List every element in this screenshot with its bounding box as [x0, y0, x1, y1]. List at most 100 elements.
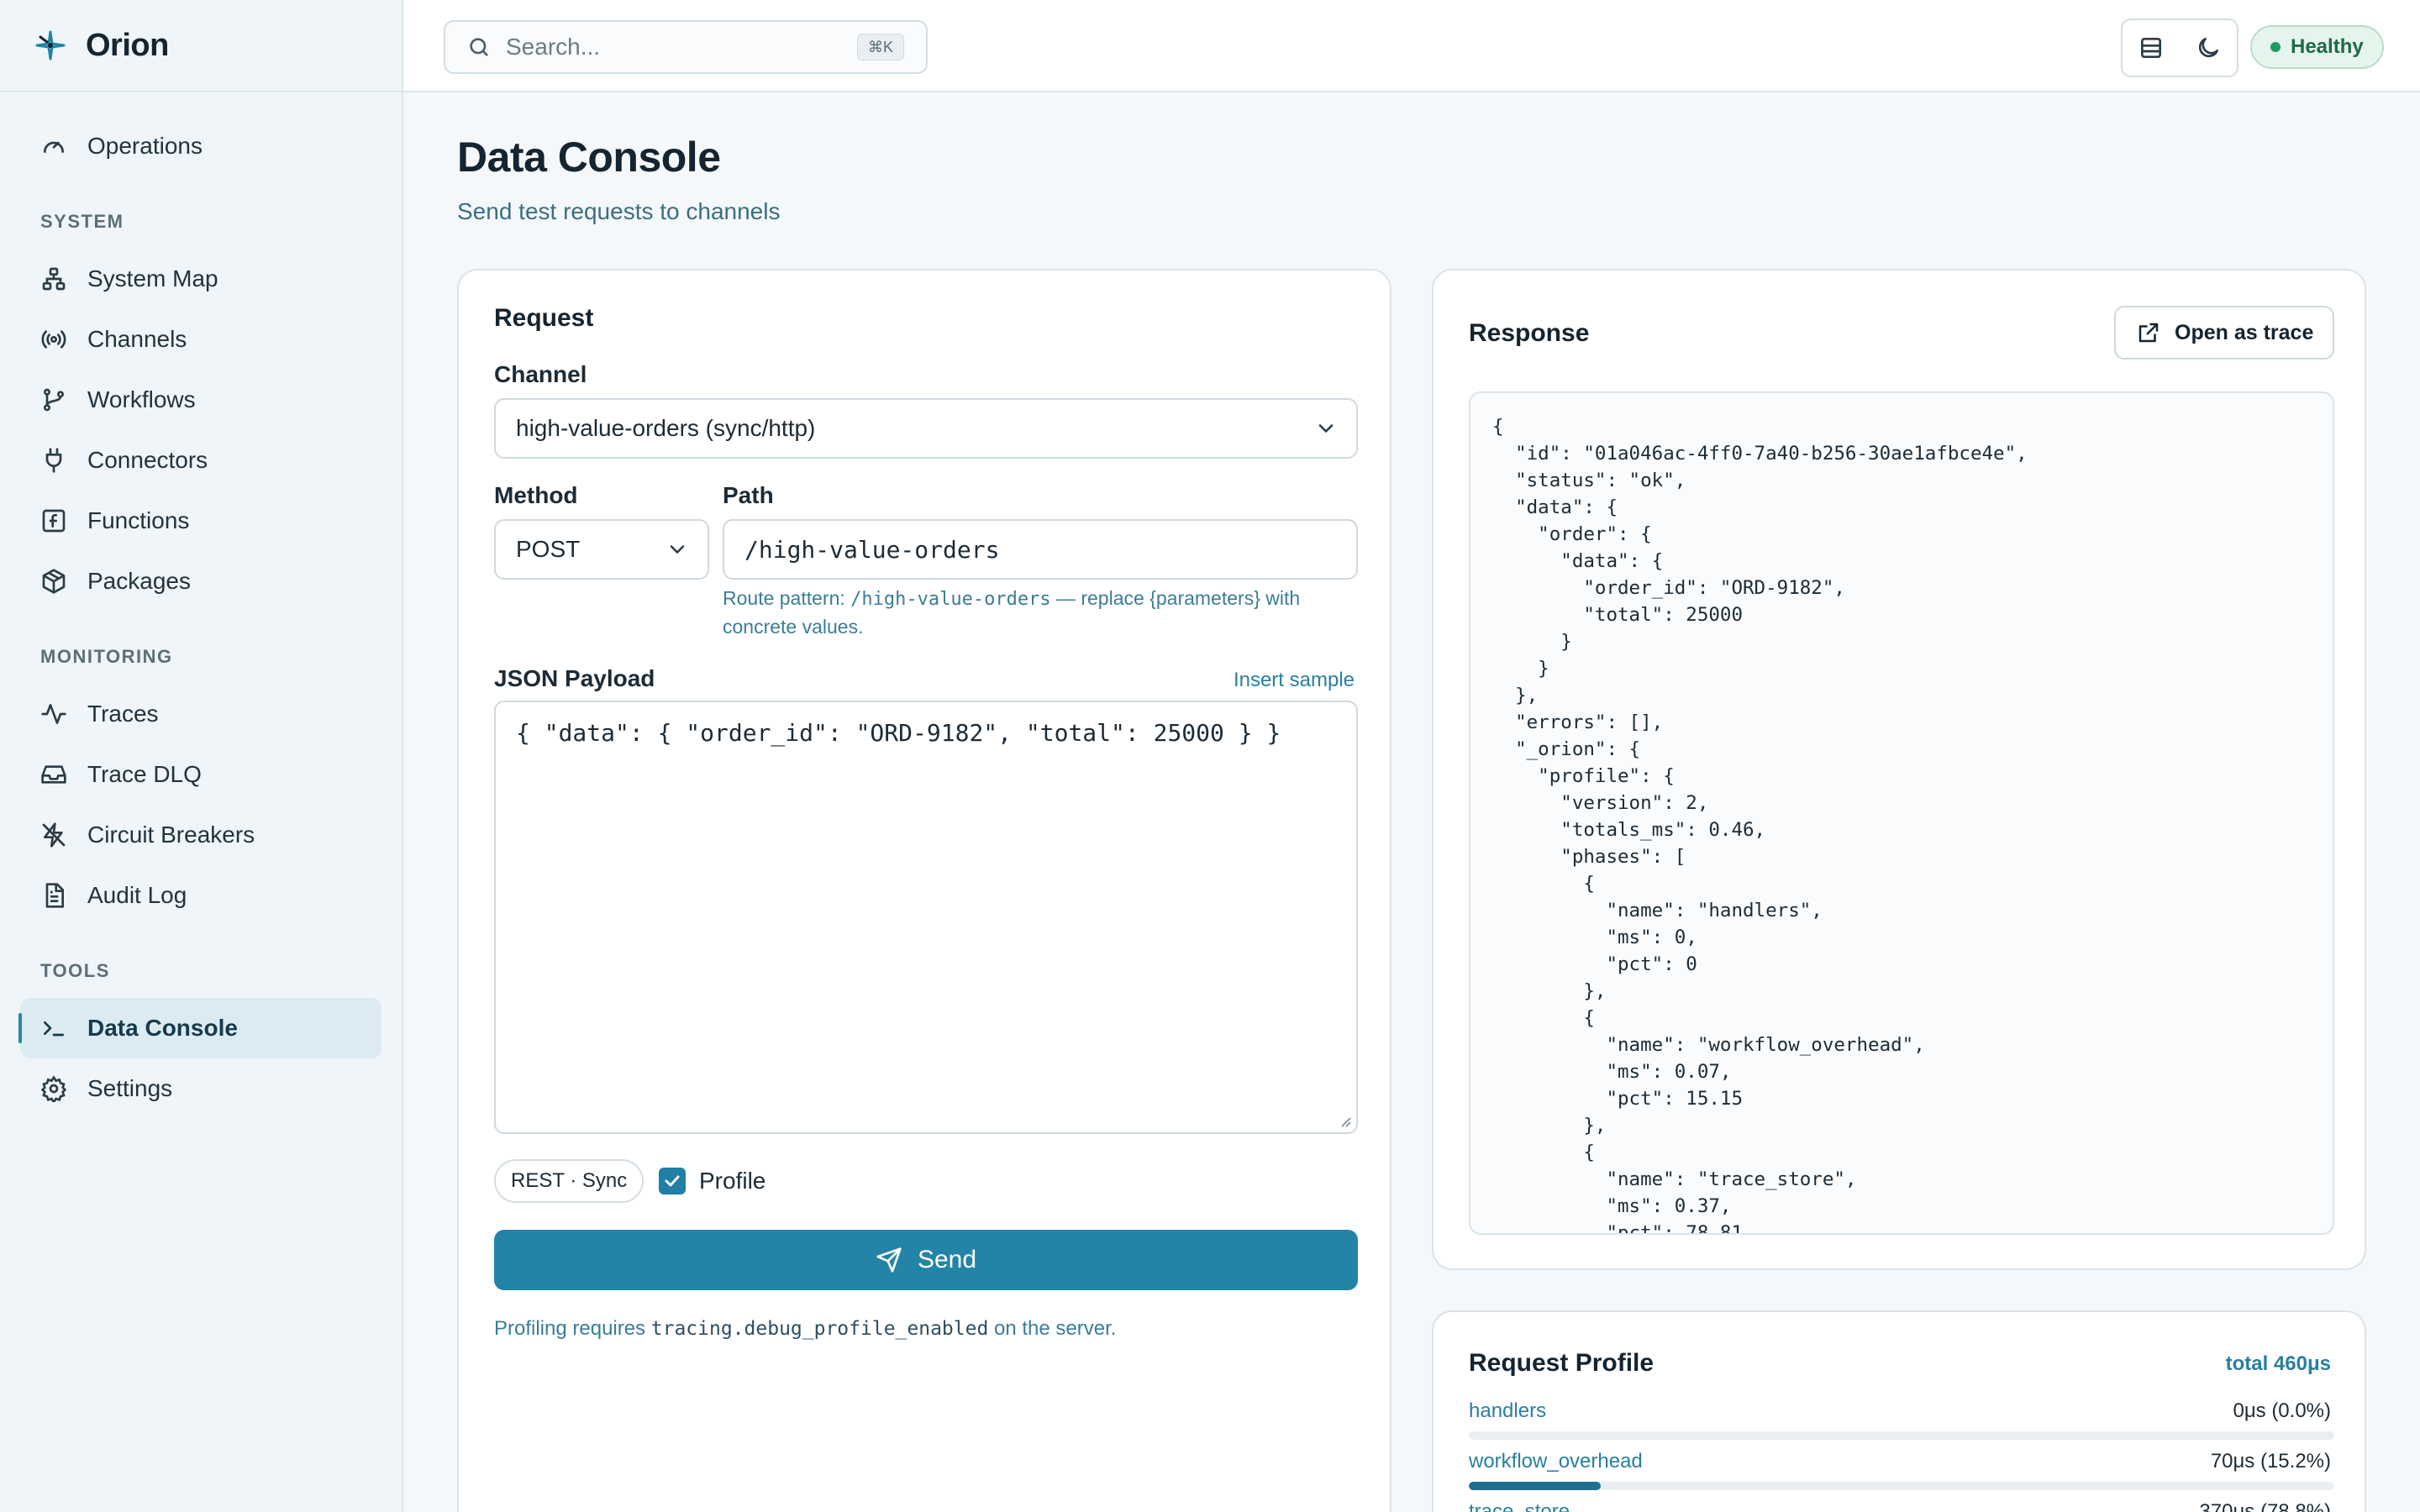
sidebar-item-label: Packages: [87, 568, 191, 594]
request-card: Request Channel high-value-orders (sync/…: [457, 269, 1392, 1512]
payload-label: JSON Payload: [494, 665, 655, 691]
sidebar-item-channels[interactable]: Channels: [20, 309, 381, 370]
sidebar-item-workflows[interactable]: Workflows: [20, 370, 381, 430]
gauge-icon: [44, 141, 64, 153]
insert-sample-link[interactable]: Insert sample: [1234, 669, 1355, 692]
sidebar-item-packages[interactable]: Packages: [20, 551, 381, 612]
sidebar-item-circuit-breakers[interactable]: Circuit Breakers: [20, 805, 381, 865]
method-select-value: POST: [516, 536, 581, 562]
function-icon: [42, 509, 66, 533]
mode-badge: REST · Sync: [494, 1159, 644, 1203]
sidebar-item-system-map[interactable]: System Map: [20, 249, 381, 309]
sidebar-item-label: Circuit Breakers: [87, 822, 255, 848]
profile-total: total 460μs: [2225, 1352, 2331, 1375]
response-card-title: Response: [1469, 319, 1590, 347]
sidebar: Orion Operations SYSTEM System Map Chann…: [0, 0, 403, 1512]
sidebar-item-label: System Map: [87, 265, 218, 291]
channel-select[interactable]: high-value-orders (sync/http): [494, 398, 1358, 459]
channel-label: Channel: [494, 361, 587, 387]
sidebar-item-label: Channels: [87, 326, 187, 352]
sidebar-item-audit-log[interactable]: Audit Log: [20, 865, 381, 926]
nav-section-tools: TOOLS: [40, 960, 110, 981]
toolbar-group: [2121, 18, 2238, 77]
send-button[interactable]: Send: [494, 1230, 1358, 1290]
payload-textarea[interactable]: { "data": { "order_id": "ORD-9182", "tot…: [494, 701, 1358, 1134]
topbar: Search... ⌘K Healthy: [403, 0, 2420, 92]
sidebar-item-settings[interactable]: Settings: [20, 1058, 381, 1119]
resize-grip-icon[interactable]: [1338, 1114, 1351, 1127]
route-hint: Route pattern: /high-value-orders — repl…: [723, 585, 1361, 640]
git-branch-icon: [44, 388, 64, 412]
path-input[interactable]: /high-value-orders: [723, 519, 1358, 580]
route-hint-prefix: Route pattern:: [723, 587, 851, 609]
profile-checkbox-label[interactable]: Profile: [699, 1168, 765, 1194]
response-json: { "id": "01a046ac-4ff0-7a40-b256-30ae1af…: [1492, 416, 2028, 1235]
phase-bar-fill: [1469, 1482, 1601, 1490]
sidebar-item-functions[interactable]: Functions: [20, 491, 381, 551]
sidebar-nav: Operations SYSTEM System Map Channels Wo…: [0, 92, 402, 1119]
payload-value: { "data": { "order_id": "ORD-9182", "tot…: [516, 719, 1281, 747]
activity-icon: [41, 704, 66, 724]
sidebar-item-connectors[interactable]: Connectors: [20, 430, 381, 491]
route-hint-line2: concrete values.: [723, 616, 864, 638]
sidebar-item-label: Traces: [87, 701, 159, 727]
phase-name: workflow_overhead: [1469, 1450, 1643, 1473]
profiling-note: Profiling requires tracing.debug_profile…: [494, 1317, 1116, 1341]
zap-off-icon: [42, 822, 66, 848]
radio-icon: [41, 330, 66, 349]
phase-value: 370μs (78.8%): [2199, 1500, 2331, 1512]
inbox-icon: [41, 765, 66, 784]
sidebar-item-label: Functions: [87, 507, 190, 533]
note-prefix: Profiling requires: [494, 1317, 651, 1340]
brand[interactable]: Orion: [0, 0, 402, 92]
search-placeholder: Search...: [506, 34, 601, 60]
channel-select-value: high-value-orders (sync/http): [516, 415, 816, 441]
page-subtitle: Send test requests to channels: [457, 198, 781, 224]
profile-checkbox[interactable]: [659, 1168, 686, 1194]
send-icon: [876, 1247, 902, 1273]
method-label: Method: [494, 482, 578, 508]
nav-section-system: SYSTEM: [40, 211, 124, 232]
open-as-trace-button[interactable]: Open as trace: [2114, 306, 2334, 360]
status-dot-icon: [2270, 42, 2281, 52]
response-body[interactable]: { "id": "01a046ac-4ff0-7a40-b256-30ae1af…: [1469, 391, 2334, 1235]
sidebar-item-label: Operations: [87, 133, 203, 159]
sidebar-item-label: Connectors: [87, 447, 208, 473]
chevron-down-icon: [670, 545, 685, 554]
phase-value: 0μs (0.0%): [2233, 1399, 2331, 1422]
terminal-icon: [44, 1021, 64, 1037]
sidebar-item-trace-dlq[interactable]: Trace DLQ: [20, 744, 381, 805]
check-icon: [665, 1175, 680, 1187]
phase-name: handlers: [1469, 1399, 1547, 1422]
sidebar-item-operations[interactable]: Operations: [20, 116, 381, 176]
external-link-icon: [2139, 323, 2159, 343]
search-input[interactable]: Search... ⌘K: [444, 20, 928, 74]
moon-icon: [2198, 38, 2218, 58]
orion-logo-icon: [35, 30, 66, 60]
note-code: tracing.debug_profile_enabled: [650, 1318, 989, 1340]
status-label: Healthy: [2291, 35, 2364, 58]
page-title: Data Console: [457, 134, 721, 181]
sidebar-item-label: Audit Log: [87, 882, 187, 908]
layout-toggle-button[interactable]: [2123, 20, 2180, 76]
gear-icon: [40, 1075, 67, 1102]
sidebar-item-label: Data Console: [87, 1015, 238, 1041]
request-profile-title: Request Profile: [1469, 1349, 1655, 1377]
nav-section-monitoring: MONITORING: [40, 646, 173, 667]
phase-bar-track: [1469, 1431, 2334, 1440]
theme-toggle-button[interactable]: [2180, 20, 2237, 76]
plug-icon: [45, 448, 62, 473]
route-hint-code: /high-value-orders: [850, 589, 1051, 610]
phase-name: trace_store: [1469, 1500, 1570, 1512]
sidebar-item-data-console[interactable]: Data Console: [18, 998, 381, 1058]
sitemap-icon: [42, 267, 66, 291]
method-select[interactable]: POST: [494, 519, 709, 580]
sidebar-item-traces[interactable]: Traces: [20, 684, 381, 744]
sidebar-item-label: Settings: [87, 1075, 173, 1101]
layout-list-icon: [2141, 38, 2161, 58]
route-hint-suffix: — replace {parameters} with: [1050, 587, 1301, 609]
phase-bar-track: [1469, 1482, 2334, 1490]
path-label: Path: [723, 482, 774, 508]
status-badge[interactable]: Healthy: [2250, 25, 2384, 69]
open-as-trace-label: Open as trace: [2175, 320, 2314, 344]
